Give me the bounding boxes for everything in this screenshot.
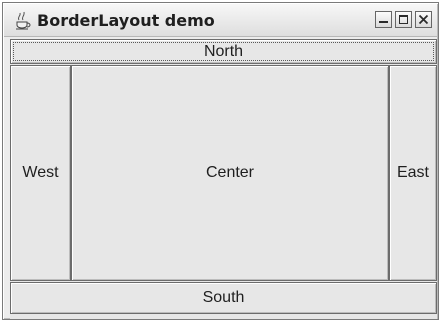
maximize-icon <box>399 15 408 24</box>
west-label: West <box>22 164 59 181</box>
minimize-button[interactable] <box>375 11 392 28</box>
minimize-icon <box>379 21 388 23</box>
title-bar[interactable]: BorderLayout demo <box>4 4 437 37</box>
south-label: South <box>202 289 245 306</box>
center-button[interactable]: Center <box>71 65 389 281</box>
north-button[interactable]: North <box>10 39 437 64</box>
maximize-button[interactable] <box>395 11 412 28</box>
south-button[interactable]: South <box>10 282 437 314</box>
content-pane: North West Center East South <box>10 39 437 319</box>
window-controls <box>375 11 432 28</box>
west-button[interactable]: West <box>10 65 71 281</box>
window-title: BorderLayout demo <box>37 11 215 30</box>
north-label: North <box>203 42 244 60</box>
east-label: East <box>396 164 429 181</box>
close-button[interactable] <box>415 11 432 28</box>
center-label: Center <box>205 164 255 181</box>
east-button[interactable]: East <box>389 65 437 281</box>
window: BorderLayout demo North West Center East… <box>2 2 439 320</box>
java-app-icon[interactable] <box>11 9 33 31</box>
close-icon <box>418 14 429 25</box>
